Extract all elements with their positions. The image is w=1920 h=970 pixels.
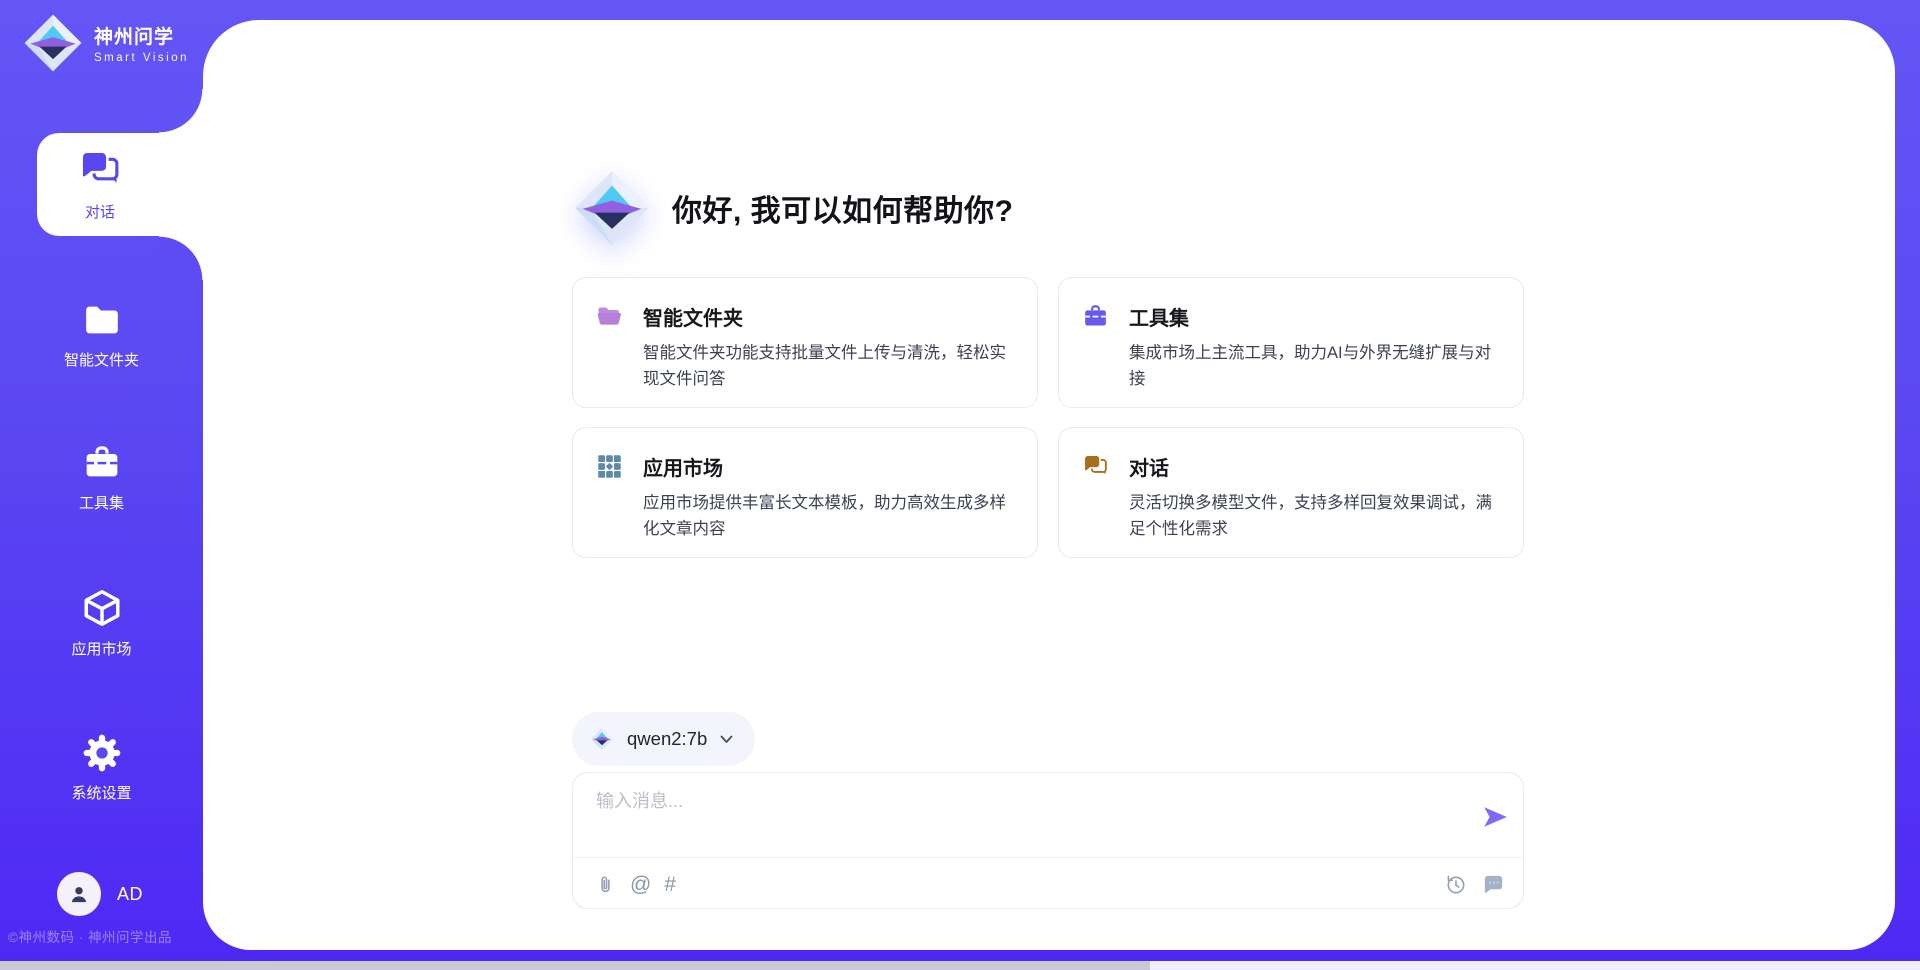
main-panel: 你好, 我可以如何帮助你? 智能文件夹 智能文件夹功能支持批量文件上传与清洗，轻… — [203, 20, 1895, 950]
card-description: 应用市场提供丰富长文本模板，助力高效生成多样化文章内容 — [643, 490, 1013, 543]
brand-gem-icon — [572, 166, 652, 250]
card-description: 灵活切换多模型文件，支持多样回复效果调试，满足个性化需求 — [1129, 490, 1499, 543]
message-composer: @ # — [572, 772, 1524, 909]
scrollbar-thumb[interactable] — [0, 961, 1150, 970]
gear-icon — [82, 733, 122, 773]
cube-icon — [81, 587, 123, 629]
attach-file-button[interactable] — [594, 873, 617, 896]
chat-icon — [78, 148, 122, 192]
avatar — [57, 872, 101, 916]
history-button[interactable] — [1444, 873, 1467, 896]
user-initials: AD — [117, 884, 143, 905]
greeting-block: 你好, 我可以如何帮助你? — [572, 163, 1014, 253]
chat-icon — [1082, 453, 1109, 480]
send-icon[interactable] — [1481, 803, 1509, 831]
sidebar: 神州问学 Smart Vision 对话 智能文件夹 — [0, 0, 203, 950]
card-title: 应用市场 — [643, 452, 723, 481]
briefcase-icon — [1082, 303, 1109, 330]
card-title: 对话 — [1129, 452, 1169, 481]
brand-logo: 神州问学 Smart Vision — [22, 12, 189, 74]
topic-button[interactable]: # — [664, 874, 676, 895]
horizontal-scrollbar[interactable] — [0, 961, 1920, 970]
sidebar-item-label: 智能文件夹 — [64, 349, 139, 370]
folder-open-icon — [596, 303, 623, 330]
brand-subtitle: Smart Vision — [94, 52, 189, 64]
sidebar-item-label: 系统设置 — [71, 782, 131, 803]
app-grid-icon — [596, 453, 623, 480]
feature-cards: 智能文件夹 智能文件夹功能支持批量文件上传与清洗，轻松实现文件问答 工具集 集成… — [572, 277, 1524, 558]
card-app-market[interactable]: 应用市场 应用市场提供丰富长文本模板，助力高效生成多样化文章内容 — [572, 427, 1038, 558]
footer-credit: ©神州数码 · 神州问学出品 — [8, 926, 203, 946]
model-selector[interactable]: qwen2:7b — [572, 712, 755, 766]
sidebar-item-settings[interactable]: 系统设置 — [0, 728, 203, 808]
sidebar-item-label: 应用市场 — [71, 638, 131, 659]
brand-name: 神州问学 — [94, 22, 189, 49]
page-title: 你好, 我可以如何帮助你? — [672, 186, 1014, 230]
user-profile[interactable]: AD — [0, 872, 203, 916]
sidebar-item-label: 工具集 — [79, 492, 124, 513]
card-toolset[interactable]: 工具集 集成市场上主流工具，助力AI与外界无缝扩展与对接 — [1058, 277, 1524, 408]
sidebar-item-label: 对话 — [85, 201, 115, 222]
card-title: 工具集 — [1129, 302, 1189, 331]
card-description: 集成市场上主流工具，助力AI与外界无缝扩展与对接 — [1129, 340, 1499, 393]
sidebar-item-smart-folder[interactable]: 智能文件夹 — [0, 295, 203, 375]
card-title: 智能文件夹 — [643, 302, 743, 331]
message-input[interactable] — [596, 787, 1456, 843]
card-description: 智能文件夹功能支持批量文件上传与清洗，轻松实现文件问答 — [643, 340, 1013, 393]
mention-button[interactable]: @ — [630, 874, 651, 895]
brand-gem-icon — [590, 727, 614, 751]
composer-divider — [573, 857, 1523, 858]
feedback-chat-button[interactable] — [1482, 873, 1505, 896]
sidebar-item-toolset[interactable]: 工具集 — [0, 438, 203, 518]
sidebar-item-chat[interactable]: 对话 — [37, 133, 203, 236]
brand-gem-icon — [22, 12, 84, 74]
card-smart-folder[interactable]: 智能文件夹 智能文件夹功能支持批量文件上传与清洗，轻松实现文件问答 — [572, 277, 1038, 408]
toolbox-icon — [82, 443, 122, 483]
card-chat[interactable]: 对话 灵活切换多模型文件，支持多样回复效果调试，满足个性化需求 — [1058, 427, 1524, 558]
model-name: qwen2:7b — [627, 728, 707, 750]
sidebar-item-app-market[interactable]: 应用市场 — [0, 583, 203, 663]
folder-icon — [82, 300, 122, 340]
chevron-down-icon — [720, 735, 733, 744]
